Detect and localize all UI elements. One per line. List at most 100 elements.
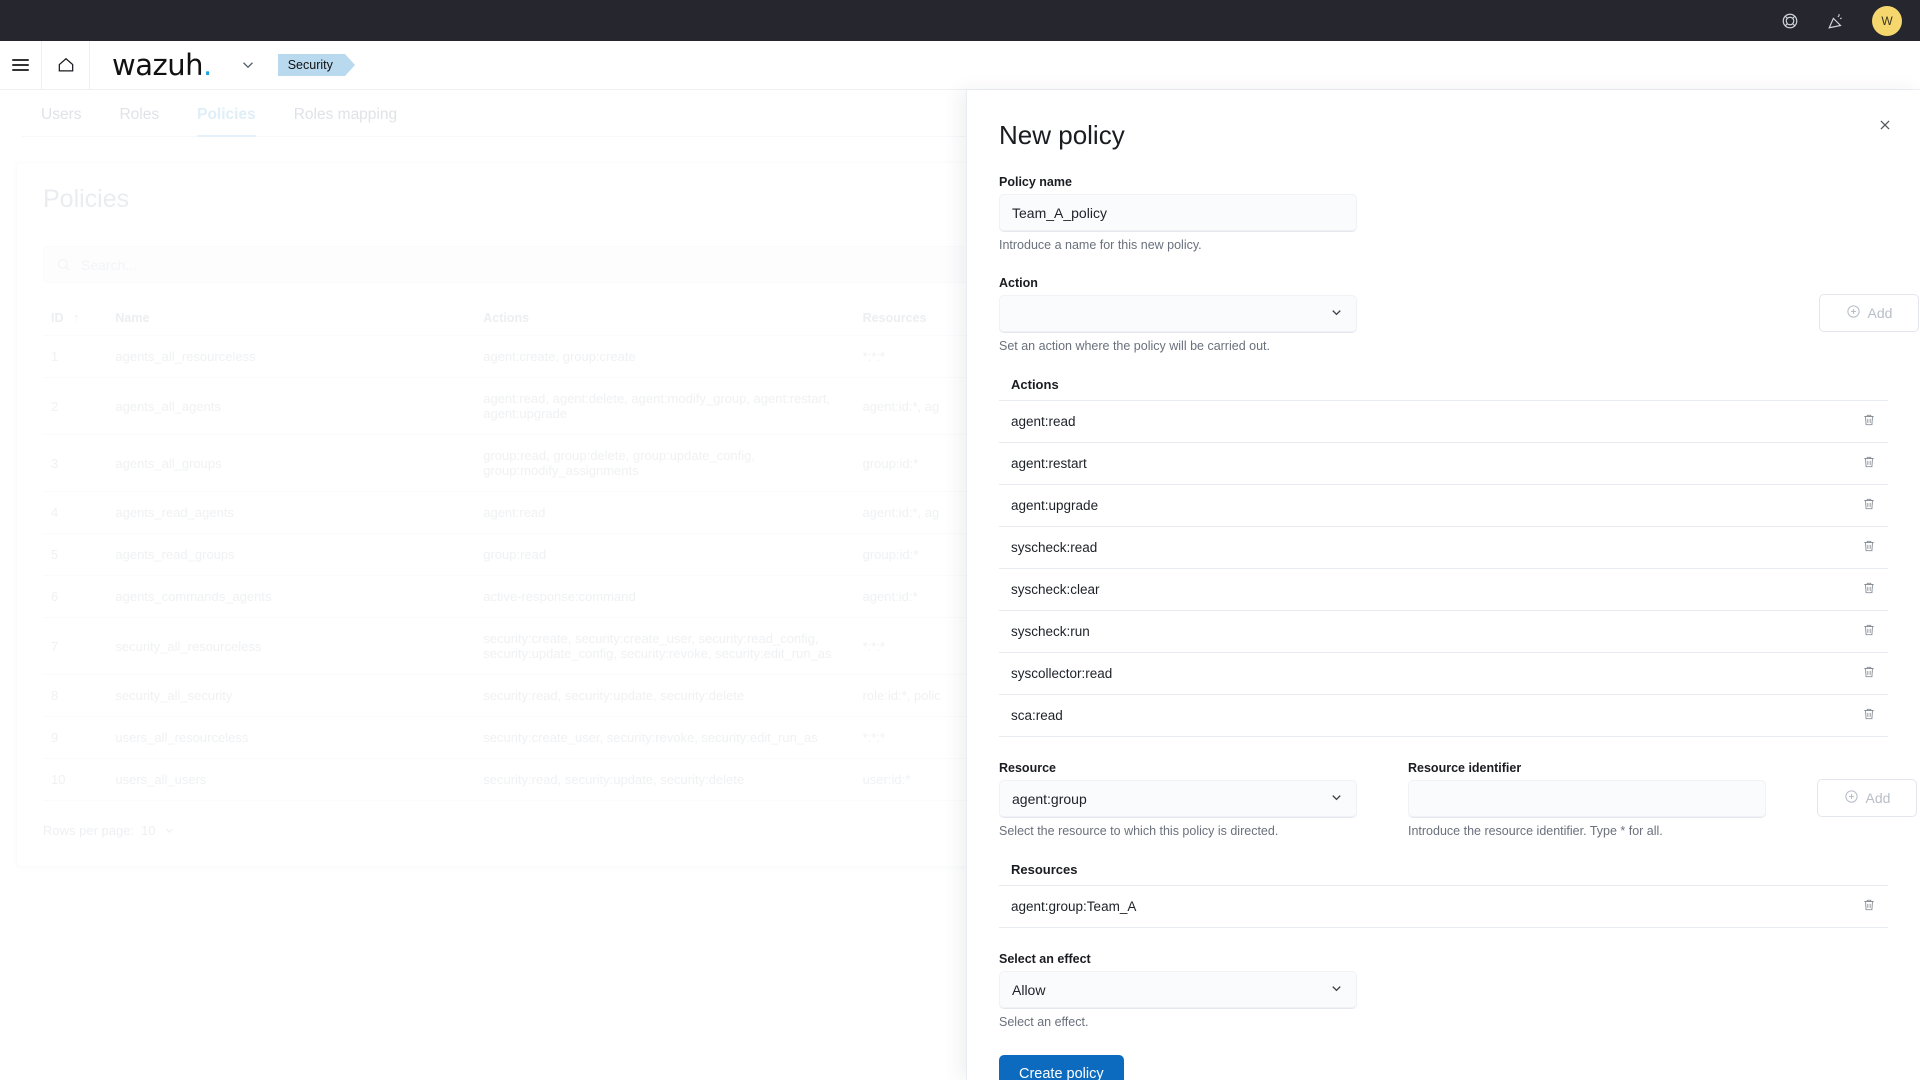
- list-item[interactable]: agent:group:Team_A: [999, 885, 1888, 928]
- home-icon[interactable]: [42, 40, 90, 90]
- table-row[interactable]: 1 agents_all_resourceless agent:create, …: [43, 335, 1119, 378]
- list-item[interactable]: agent:upgrade: [999, 484, 1888, 527]
- trash-icon: [1864, 540, 1874, 552]
- table-row[interactable]: 9 users_all_resourceless security:create…: [43, 716, 1119, 759]
- close-icon[interactable]: [1872, 112, 1898, 138]
- cell-id: 4: [43, 491, 108, 534]
- trash-icon: [1864, 899, 1874, 911]
- new-policy-flyout: New policy Policy name Introduce a name …: [966, 90, 1920, 1080]
- cell-id: 5: [43, 533, 108, 576]
- action-select[interactable]: [999, 295, 1357, 333]
- cell-actions: active-response:command: [475, 575, 855, 618]
- action-item-label: agent:restart: [999, 442, 1850, 485]
- table-row[interactable]: 5 agents_read_groups group:read group:id…: [43, 533, 1119, 576]
- help-icon[interactable]: [1780, 11, 1800, 31]
- cell-actions: security:read, security:update, security…: [475, 674, 855, 717]
- list-item[interactable]: syscollector:read: [999, 652, 1888, 695]
- cell-name: agents_all_resourceless: [107, 335, 476, 378]
- announcements-icon[interactable]: [1826, 11, 1846, 31]
- actions-list-title: Actions: [1011, 377, 1059, 392]
- table-row[interactable]: 10 users_all_users security:read, securi…: [43, 758, 1119, 801]
- delete-action-button[interactable]: [1850, 610, 1888, 653]
- list-item[interactable]: sca:read: [999, 694, 1888, 737]
- table-row[interactable]: 6 agents_commands_agents active-response…: [43, 575, 1119, 618]
- resource-identifier-input[interactable]: [1408, 780, 1766, 818]
- column-header-id[interactable]: ID ↑: [43, 305, 108, 336]
- chevron-down-icon[interactable]: [230, 41, 266, 90]
- table-row[interactable]: 2 agents_all_agents agent:read, agent:de…: [43, 377, 1119, 435]
- cell-name: security_all_security: [107, 674, 476, 717]
- avatar[interactable]: W: [1872, 5, 1902, 36]
- rows-per-page-label: Rows per page:: [43, 823, 135, 838]
- logo-text: wazuh: [112, 48, 203, 82]
- column-label-id: ID: [51, 311, 64, 325]
- flyout-title: New policy: [999, 120, 1125, 150]
- cell-id: 10: [43, 758, 108, 801]
- column-header-name[interactable]: Name: [107, 305, 476, 336]
- delete-action-button[interactable]: [1850, 484, 1888, 527]
- create-policy-button[interactable]: Create policy: [999, 1055, 1124, 1080]
- breadcrumb[interactable]: Security: [277, 54, 356, 76]
- tab-users[interactable]: Users: [22, 100, 100, 136]
- list-item[interactable]: syscheck:run: [999, 610, 1888, 653]
- list-item[interactable]: syscheck:clear: [999, 568, 1888, 611]
- plus-circle-icon: [1846, 304, 1861, 322]
- list-item[interactable]: agent:restart: [999, 442, 1888, 485]
- effect-help: Select an effect.: [999, 1015, 1089, 1029]
- rows-per-page-control[interactable]: Rows per page: 10: [43, 823, 1119, 838]
- trash-icon: [1864, 456, 1874, 468]
- chevron-down-icon: [1329, 790, 1344, 808]
- resource-select[interactable]: agent:group: [999, 780, 1357, 818]
- cell-id: 1: [43, 335, 108, 378]
- delete-resource-button[interactable]: [1850, 885, 1888, 928]
- delete-action-button[interactable]: [1850, 568, 1888, 611]
- cell-actions: agent:create, group:create: [475, 335, 855, 378]
- delete-action-button[interactable]: [1850, 442, 1888, 485]
- cell-id: 9: [43, 716, 108, 759]
- table-row[interactable]: 4 agents_read_agents agent:read agent:id…: [43, 491, 1119, 534]
- resources-list: agent:group:Team_A: [999, 885, 1888, 928]
- cell-actions: group:read, group:delete, group:update_c…: [475, 434, 855, 492]
- delete-action-button[interactable]: [1850, 400, 1888, 443]
- logo-dot: .: [202, 48, 212, 82]
- resource-identifier-label: Resource identifier: [1408, 761, 1522, 775]
- chevron-down-icon: [165, 828, 173, 833]
- add-action-label: Add: [1867, 305, 1893, 321]
- table-row[interactable]: 7 security_all_resourceless security:cre…: [43, 617, 1119, 675]
- tab-policies[interactable]: Policies: [178, 100, 275, 137]
- effect-select-value: Allow: [1012, 981, 1046, 998]
- column-header-actions[interactable]: Actions: [475, 305, 855, 336]
- list-item[interactable]: syscheck:read: [999, 526, 1888, 569]
- cell-id: 6: [43, 575, 108, 618]
- delete-action-button[interactable]: [1850, 694, 1888, 737]
- policies-table: ID ↑ Name Actions Resources 1 agents_all…: [43, 305, 1119, 801]
- policy-name-input[interactable]: [999, 194, 1357, 232]
- tab-roles[interactable]: Roles: [100, 100, 178, 136]
- cell-id: 2: [43, 377, 108, 435]
- add-action-button[interactable]: Add: [1819, 294, 1919, 332]
- wazuh-logo[interactable]: wazuh.: [90, 41, 230, 90]
- cell-actions: group:read: [475, 533, 855, 576]
- chevron-down-icon: [1329, 981, 1344, 999]
- action-help: Set an action where the policy will be c…: [999, 339, 1270, 353]
- cell-actions: agent:read, agent:delete, agent:modify_g…: [475, 377, 855, 435]
- delete-action-button[interactable]: [1850, 652, 1888, 695]
- add-resource-button[interactable]: Add: [1817, 779, 1917, 817]
- cell-actions: agent:read: [475, 491, 855, 534]
- resource-identifier-help: Introduce the resource identifier. Type …: [1408, 824, 1663, 838]
- table-row[interactable]: 3 agents_all_groups group:read, group:de…: [43, 434, 1119, 492]
- policies-table-body: 1 agents_all_resourceless agent:create, …: [43, 335, 1119, 801]
- delete-action-button[interactable]: [1850, 526, 1888, 569]
- search-input[interactable]: Search...: [43, 246, 1119, 283]
- list-item[interactable]: agent:read: [999, 400, 1888, 443]
- effect-select[interactable]: Allow: [999, 971, 1357, 1009]
- resources-list-title: Resources: [1011, 862, 1078, 877]
- action-label: Action: [999, 276, 1038, 290]
- resource-select-value: agent:group: [1012, 790, 1087, 807]
- tab-roles-mapping[interactable]: Roles mapping: [275, 100, 416, 136]
- resource-group: Resource agent:group Select the resource…: [999, 761, 1917, 838]
- rows-per-page-value: 10: [141, 823, 156, 838]
- trash-icon: [1864, 582, 1874, 594]
- table-row[interactable]: 8 security_all_security security:read, s…: [43, 674, 1119, 717]
- hamburger-icon[interactable]: [0, 40, 42, 90]
